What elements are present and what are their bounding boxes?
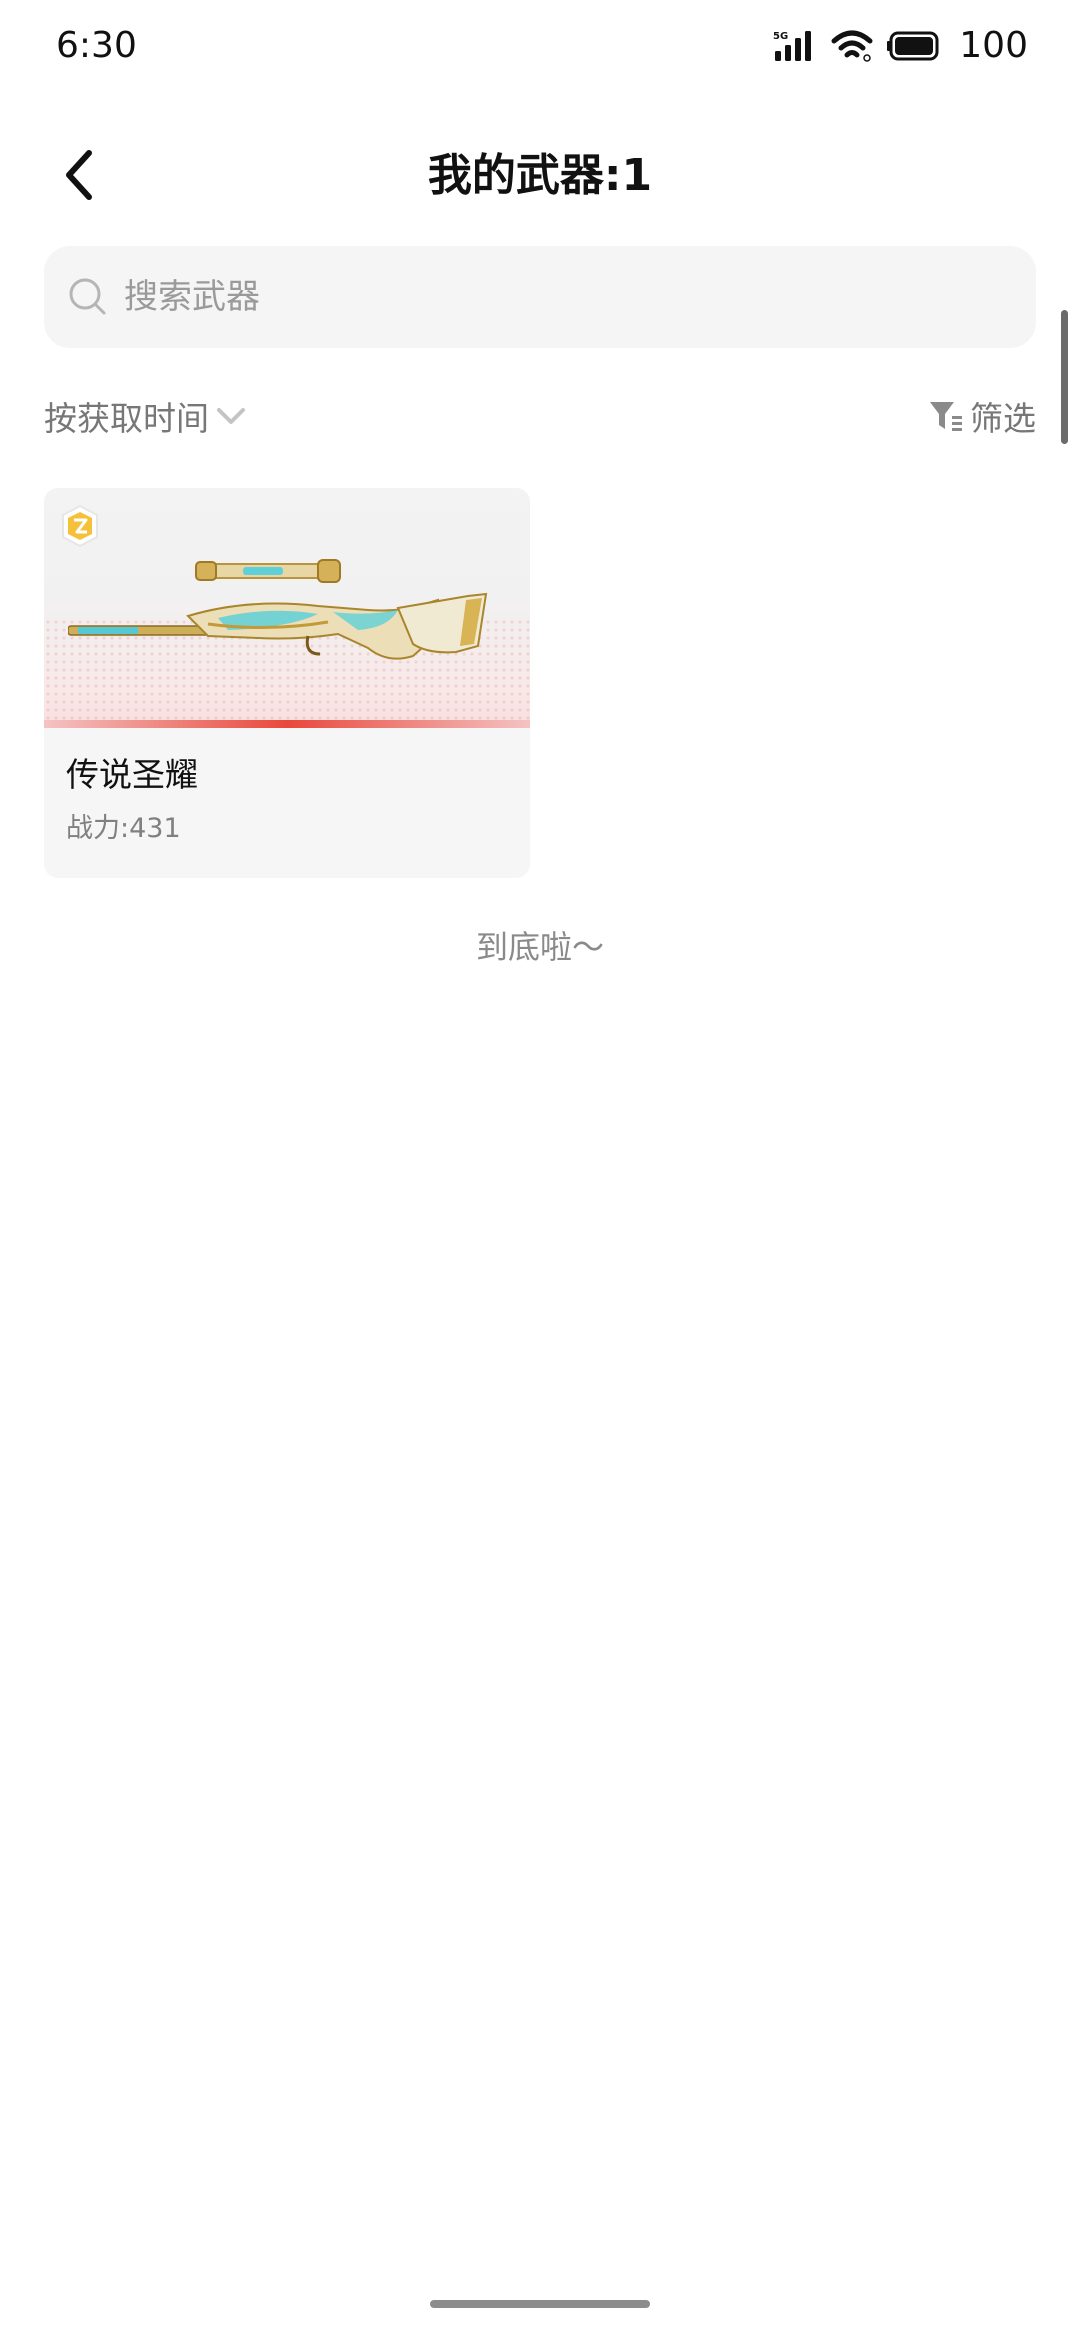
status-time: 6:30 bbox=[56, 25, 137, 66]
filter-button[interactable]: 筛选 bbox=[928, 388, 1036, 444]
funnel-icon bbox=[930, 402, 962, 431]
weapon-power: 战力:431 bbox=[66, 813, 181, 844]
chevron-down-icon bbox=[217, 408, 245, 424]
sort-label: 按获取时间 bbox=[44, 399, 209, 438]
page-title: 我的武器:1 bbox=[427, 150, 653, 201]
header: 我的武器:1 bbox=[0, 120, 1080, 230]
weapon-name: 传说圣耀 bbox=[66, 755, 198, 794]
weapon-image-area bbox=[44, 488, 530, 728]
sort-dropdown[interactable]: 按获取时间 bbox=[44, 388, 247, 444]
weapon-card[interactable]: 传说圣耀 战力:431 bbox=[44, 488, 530, 878]
scrollbar[interactable] bbox=[1061, 310, 1068, 444]
status-icons: 5G 100 bbox=[773, 22, 1028, 70]
search-input[interactable] bbox=[122, 266, 1036, 328]
sniper-rifle-image bbox=[68, 559, 488, 660]
cellular-signal-icon: 5G bbox=[773, 31, 812, 61]
list-end-text: 到底啦～ bbox=[475, 928, 604, 966]
status-bar: 6:30 5G 100 bbox=[0, 0, 1080, 92]
battery-icon bbox=[887, 31, 939, 61]
sort-filter-row: 按获取时间 筛选 bbox=[44, 388, 1036, 444]
network-type-label: 5G bbox=[773, 31, 788, 42]
search-bar[interactable] bbox=[44, 246, 1036, 348]
search-icon bbox=[66, 275, 110, 319]
home-indicator[interactable] bbox=[430, 2300, 650, 2308]
wifi-icon bbox=[831, 30, 873, 62]
screen: 6:30 5G 100 我的武器:1 搜索武器 按获取时间 筛选 传说圣耀 战力… bbox=[0, 0, 1080, 2340]
rarity-bar bbox=[44, 720, 530, 728]
battery-level: 100 bbox=[959, 25, 1028, 66]
filter-label: 筛选 bbox=[970, 399, 1036, 438]
